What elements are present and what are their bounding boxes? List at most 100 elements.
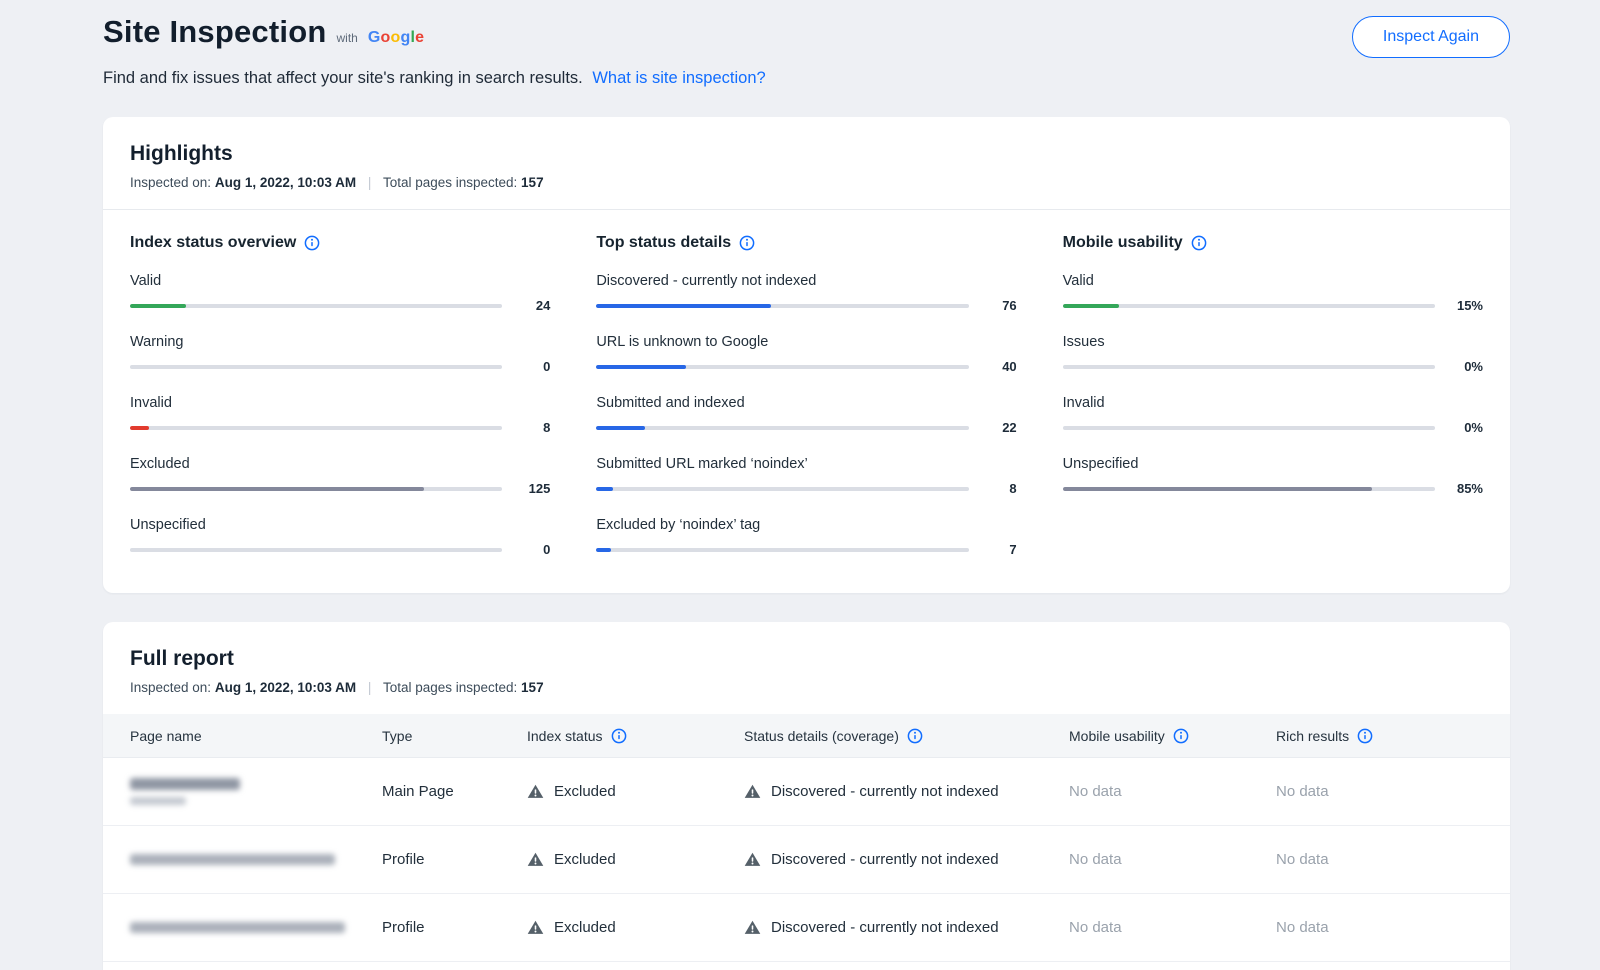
google-letter: e (415, 29, 424, 46)
type-cell: Profile (382, 919, 527, 936)
stat-row: Invalid 8 (130, 395, 550, 435)
full-report-card: Full report Inspected on: Aug 1, 2022, 1… (103, 622, 1510, 970)
section-title: Top status details (596, 234, 731, 252)
progress-bar-fill (596, 365, 685, 369)
full-report-card-header: Full report Inspected on: Aug 1, 2022, 1… (103, 622, 1510, 714)
stat-value: 0 (514, 359, 550, 374)
table-row[interactable]: Product Invalid Submitted, marked ‘noind… (103, 962, 1510, 970)
index-status-label: Excluded (554, 851, 616, 868)
stat-label: Discovered - currently not indexed (596, 273, 1016, 289)
table-row[interactable]: Profile Excluded Discovered - currently … (103, 826, 1510, 894)
stat-row: Valid 24 (130, 273, 550, 313)
stat-value: 22 (981, 420, 1017, 435)
table-row[interactable]: Main Page Excluded Discovered - currentl… (103, 758, 1510, 826)
page-name-redacted (130, 854, 335, 865)
progress-bar (596, 426, 968, 430)
stat-value: 8 (514, 420, 550, 435)
inspected-on-value: Aug 1, 2022, 10:03 AM (215, 175, 356, 190)
inspect-again-button[interactable]: Inspect Again (1352, 16, 1510, 58)
with-label: with (336, 31, 357, 45)
highlights-card-header: Highlights Inspected on: Aug 1, 2022, 10… (103, 117, 1510, 209)
stat-label: Submitted and indexed (596, 395, 1016, 411)
total-pages-label: Total pages inspected: (383, 175, 517, 190)
warning-icon (527, 783, 544, 800)
stat-label: Unspecified (130, 517, 550, 533)
table-row[interactable]: Profile Excluded Discovered - currently … (103, 894, 1510, 962)
column-label: Type (382, 728, 412, 744)
index-status-label: Excluded (554, 783, 616, 800)
stat-value: 0 (514, 542, 550, 557)
rich-results-cell: No data (1276, 919, 1483, 936)
info-icon[interactable] (739, 235, 755, 251)
stat-label: URL is unknown to Google (596, 334, 1016, 350)
full-report-meta: Inspected on: Aug 1, 2022, 10:03 AM | To… (130, 680, 1483, 695)
column-label: Index status (527, 728, 603, 744)
rich-results-cell: No data (1276, 851, 1483, 868)
stat-value: 7 (981, 542, 1017, 557)
progress-bar (1063, 426, 1435, 430)
stat-row: Excluded 125 (130, 456, 550, 496)
status-details-cell: Discovered - currently not indexed (744, 783, 1069, 800)
info-icon[interactable] (907, 728, 923, 744)
google-letter: o (390, 29, 400, 46)
progress-bar (1063, 487, 1435, 491)
section-title-row: Index status overview (130, 234, 550, 252)
page-name-cell (130, 778, 382, 805)
total-pages-value: 157 (521, 680, 544, 695)
column-header-mobile-usability: Mobile usability (1069, 728, 1276, 744)
progress-bar (130, 548, 502, 552)
stat-value: 125 (514, 481, 550, 496)
progress-bar-fill (596, 304, 771, 308)
progress-bar-fill (1063, 487, 1372, 491)
column-header-page-name: Page name (130, 728, 382, 744)
stat-value: 15% (1447, 298, 1483, 313)
stat-label: Issues (1063, 334, 1483, 350)
index-status-overview-section: Index status overview Valid 24 Warning 0… (130, 234, 550, 557)
google-logo: Google (368, 29, 424, 47)
progress-bar-fill (130, 487, 424, 491)
page-header: Site Inspection with Google Inspect Agai… (103, 14, 1510, 88)
stat-row: Unspecified 0 (130, 517, 550, 557)
info-icon[interactable] (1173, 728, 1189, 744)
inspected-on-label: Inspected on: (130, 680, 211, 695)
page-description-line: Find and fix issues that affect your sit… (103, 69, 1510, 88)
stat-label: Excluded by ‘noindex’ tag (596, 517, 1016, 533)
rich-results-cell: No data (1276, 783, 1483, 800)
warning-icon (527, 919, 544, 936)
info-icon[interactable] (1357, 728, 1373, 744)
progress-bar-fill (1063, 304, 1119, 308)
stat-label: Excluded (130, 456, 550, 472)
progress-bar-fill (130, 304, 186, 308)
table-header: Page name Type Index status Status detai… (103, 714, 1510, 758)
column-label: Page name (130, 728, 202, 744)
mobile-usability-section: Mobile usability Valid 15% Issues 0% Inv… (1063, 234, 1483, 557)
progress-bar-fill (596, 426, 644, 430)
warning-icon (744, 919, 761, 936)
stat-label: Invalid (1063, 395, 1483, 411)
status-details-cell: Discovered - currently not indexed (744, 919, 1069, 936)
info-icon[interactable] (304, 235, 320, 251)
stat-value: 8 (981, 481, 1017, 496)
progress-bar (130, 365, 502, 369)
mobile-usability-cell: No data (1069, 851, 1276, 868)
column-header-type: Type (382, 728, 527, 744)
stat-value: 0% (1447, 359, 1483, 374)
info-icon[interactable] (1191, 235, 1207, 251)
stat-label: Valid (1063, 273, 1483, 289)
stat-row: Discovered - currently not indexed 76 (596, 273, 1016, 313)
inspected-on-value: Aug 1, 2022, 10:03 AM (215, 680, 356, 695)
section-title: Mobile usability (1063, 234, 1183, 252)
progress-bar-fill (596, 487, 613, 491)
page-description: Find and fix issues that affect your sit… (103, 69, 583, 87)
index-status-cell: Excluded (527, 919, 744, 936)
info-icon[interactable] (611, 728, 627, 744)
what-is-site-inspection-link[interactable]: What is site inspection? (592, 69, 765, 87)
stat-row: Warning 0 (130, 334, 550, 374)
header-top: Site Inspection with Google Inspect Agai… (103, 14, 1510, 58)
stat-row: Submitted and indexed 22 (596, 395, 1016, 435)
total-pages-value: 157 (521, 175, 544, 190)
google-letter: o (380, 29, 390, 46)
column-label: Status details (coverage) (744, 728, 899, 744)
progress-bar (130, 487, 502, 491)
stat-row: Valid 15% (1063, 273, 1483, 313)
